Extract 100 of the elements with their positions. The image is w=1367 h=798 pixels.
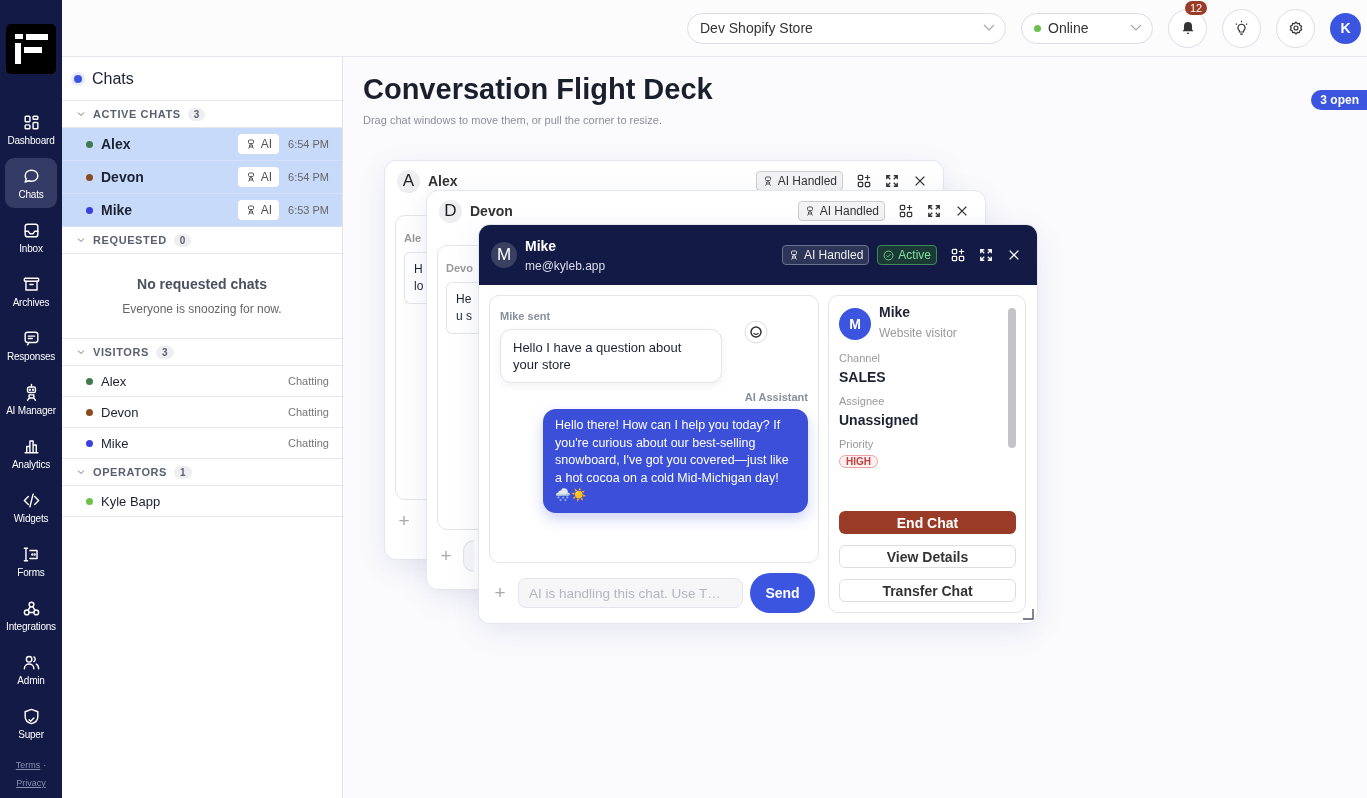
expand-icon[interactable] xyxy=(927,204,941,218)
add-widget-icon[interactable] xyxy=(951,248,965,262)
expand-icon[interactable] xyxy=(885,174,899,188)
shield-check-icon xyxy=(21,706,41,726)
count-badge: 1 xyxy=(174,465,192,479)
person-row[interactable]: Alex Chatting xyxy=(62,366,342,397)
smiley-icon[interactable] xyxy=(744,320,768,344)
status-select[interactable]: Online xyxy=(1021,12,1153,44)
form-icon xyxy=(21,544,41,564)
badge-label: AI Handled xyxy=(777,174,837,188)
sender-label: Ale xyxy=(404,232,422,244)
nav-item[interactable]: Forms xyxy=(5,536,57,586)
field-value: SALES xyxy=(839,369,886,385)
send-button[interactable]: Send xyxy=(750,573,815,613)
store-select[interactable]: Dev Shopify Store xyxy=(687,12,1006,44)
sender-label: Devo xyxy=(446,262,473,274)
message-input[interactable] xyxy=(463,540,474,572)
logo-icon xyxy=(6,24,56,74)
chevron-icon xyxy=(76,467,86,477)
nav-item[interactable]: Dashboard xyxy=(5,104,57,154)
chat-row[interactable]: Mike AI 6:53 PM xyxy=(62,194,342,227)
badge-label: AI Handled xyxy=(803,248,864,262)
person-status: Chatting xyxy=(288,437,329,449)
terms-link[interactable]: Terms xyxy=(15,760,41,770)
avatar: M xyxy=(491,242,517,268)
chevron-down-icon xyxy=(983,24,995,32)
empty-text: Everyone is snoozing for now. xyxy=(122,302,282,316)
chat-row[interactable]: Devon AI 6:54 PM xyxy=(62,161,342,194)
nav-item[interactable]: Widgets xyxy=(5,482,57,532)
count-badge: 3 xyxy=(187,107,206,121)
person-status: Chatting xyxy=(288,375,329,387)
privacy-link[interactable]: Privacy xyxy=(16,778,46,788)
visitor-email: me@kyleb.app xyxy=(525,258,607,273)
chat-name: Devon xyxy=(101,169,145,185)
visitor-name: Mike xyxy=(879,304,912,320)
chat-dialog[interactable] xyxy=(478,224,1038,624)
end-chat-button[interactable]: End Chat xyxy=(839,511,1016,534)
action-button[interactable]: View Details xyxy=(839,545,1016,568)
window-title: Alex xyxy=(428,173,459,189)
empty-title: No requested chats xyxy=(137,276,267,292)
ai-tag-label: AI xyxy=(260,203,272,217)
resize-handle-icon[interactable] xyxy=(1022,608,1034,620)
action-button[interactable]: Transfer Chat xyxy=(839,579,1016,602)
nav-item[interactable]: Responses xyxy=(5,320,57,370)
inbox-icon xyxy=(21,220,41,240)
nav-item[interactable]: Analytics xyxy=(5,428,57,478)
nav-item[interactable]: AI Manager xyxy=(5,374,57,424)
add-widget-icon[interactable] xyxy=(857,174,871,188)
message-bubble: Hello I have a question about your store xyxy=(500,329,722,383)
section-title: VISITORS xyxy=(93,346,149,358)
window-title: Devon xyxy=(470,203,514,219)
person-row[interactable]: Kyle Bapp xyxy=(62,486,342,517)
chevron-down-icon xyxy=(1130,24,1142,32)
add-widget-icon[interactable] xyxy=(899,204,913,218)
chevron-icon xyxy=(76,347,86,357)
sender-label: AI Assistant xyxy=(744,391,808,403)
badge-label: Active xyxy=(898,248,931,262)
avatar: M xyxy=(839,308,871,340)
chat-row[interactable]: Alex AI 6:54 PM xyxy=(62,128,342,161)
close-icon[interactable] xyxy=(955,204,969,218)
nav-item[interactable]: Archives xyxy=(5,266,57,316)
person-name: Kyle Bapp xyxy=(101,493,162,509)
nav-item[interactable]: Inbox xyxy=(5,212,57,262)
close-icon[interactable] xyxy=(913,174,927,188)
settings-button[interactable] xyxy=(1276,8,1315,48)
badge-label: AI Handled xyxy=(819,204,879,218)
chat-name: Alex xyxy=(101,136,132,152)
person-name: Devon xyxy=(101,404,140,420)
person-row[interactable]: Devon Chatting xyxy=(62,397,342,428)
webhook-icon xyxy=(21,598,41,618)
chat-bubble-icon xyxy=(21,166,41,186)
nav-item[interactable]: Admin xyxy=(5,644,57,694)
open-count-badge: 3 open xyxy=(1311,90,1367,110)
message-input[interactable]: AI is handling this chat. Use T… xyxy=(518,578,743,608)
lightbulb-button[interactable] xyxy=(1222,8,1261,48)
nav-item[interactable]: Chats xyxy=(5,158,57,208)
field-label: Assignee xyxy=(839,395,885,407)
user-avatar[interactable]: K xyxy=(1330,12,1361,44)
section-header[interactable]: REQUESTED 0 xyxy=(62,227,342,254)
window-title: Mike xyxy=(525,237,558,254)
section-title: REQUESTED xyxy=(93,234,167,246)
section-header[interactable]: VISITORS 3 xyxy=(62,339,342,366)
ai-tag-label: AI xyxy=(260,170,272,184)
settings-icon xyxy=(1287,20,1304,36)
nav-item[interactable]: Super xyxy=(5,698,57,748)
avatar: D xyxy=(439,199,462,223)
scrollbar[interactable] xyxy=(1008,308,1016,448)
chat-time: 6:53 PM xyxy=(287,204,329,216)
person-row[interactable]: Mike Chatting xyxy=(62,428,342,459)
section-header[interactable]: OPERATORS 1 xyxy=(62,459,342,486)
person-status: Chatting xyxy=(288,406,329,418)
sender-label: Mike sent xyxy=(500,310,552,322)
count-badge: 0 xyxy=(173,233,192,247)
count-badge: 3 xyxy=(155,345,174,359)
dashboard-icon xyxy=(21,112,41,132)
nav-item[interactable]: Integrations xyxy=(5,590,57,640)
field-label: Channel xyxy=(839,352,880,364)
check-circle-icon xyxy=(883,249,895,261)
separator: · xyxy=(43,760,47,770)
page-title: Conversation Flight Deck xyxy=(363,73,713,106)
